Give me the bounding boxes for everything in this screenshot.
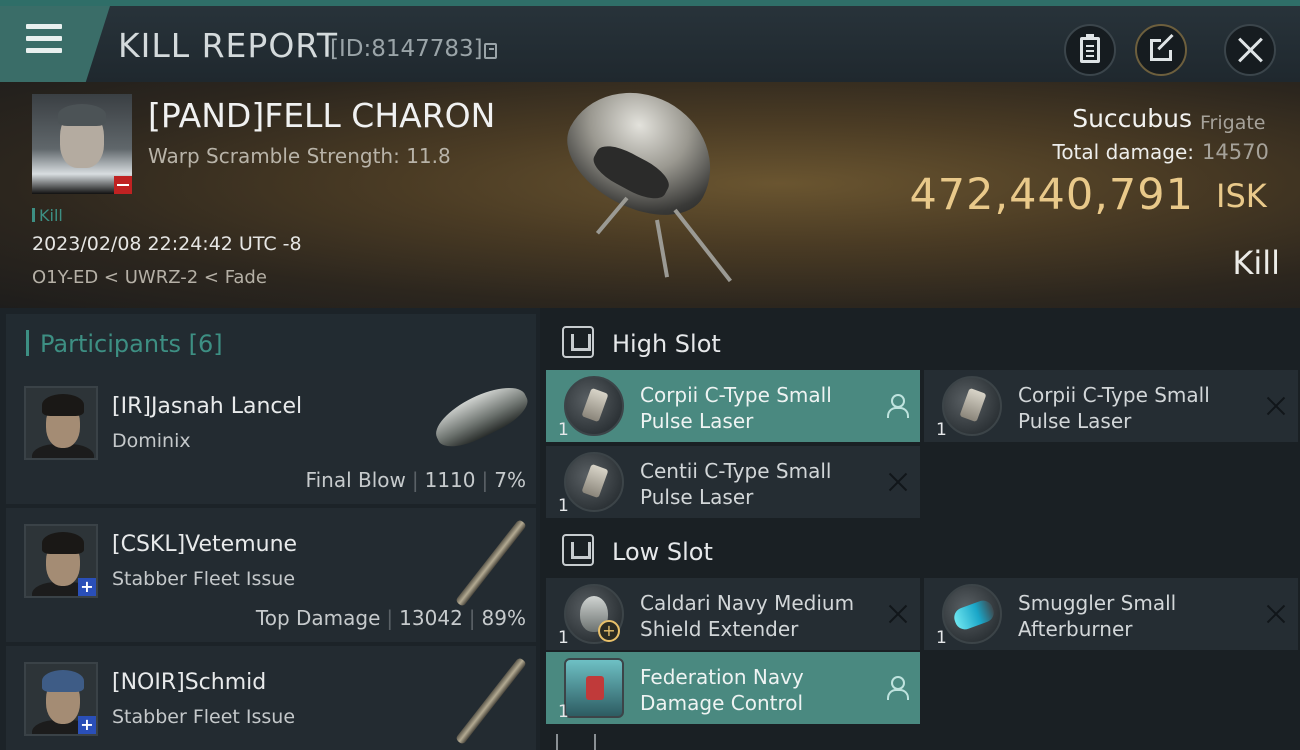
- participant-name: [IR]Jasnah Lancel: [112, 394, 303, 419]
- total-damage-value: 14570: [1202, 140, 1269, 164]
- isk-value: 472,440,791: [909, 170, 1194, 220]
- participants-header: Participants [6]: [6, 314, 536, 372]
- participant-row[interactable]: [IR]Jasnah Lancel Dominix Final Blow | 111…: [6, 370, 536, 504]
- close-icon: [1237, 37, 1263, 63]
- copy-icon[interactable]: [484, 43, 497, 59]
- low-slot-label: Low Slot: [612, 538, 713, 566]
- module-slot[interactable]: 1 Corpii C-Type Small Pulse Laser: [546, 370, 920, 442]
- participant-percent: 7%: [494, 468, 526, 492]
- participant-name: [NOIR]Schmid: [112, 670, 267, 695]
- dropped-person-icon: [886, 394, 909, 418]
- pulse-laser-icon: [942, 376, 1002, 436]
- module-slot[interactable]: + 1 Caldari Navy Medium Shield Extender: [546, 578, 920, 650]
- module-name: Corpii C-Type Small Pulse Laser: [1018, 383, 1210, 433]
- participant-percent: 89%: [481, 606, 526, 630]
- participant-row[interactable]: + [CSKL]Vetemune Stabber Fleet Issue Top…: [6, 508, 536, 642]
- participant-ship-image: [426, 656, 527, 746]
- high-slot-header: High Slot: [548, 314, 1298, 372]
- menu-icon: [26, 24, 62, 60]
- participant-damage: 1110: [424, 468, 476, 492]
- pulse-laser-icon: [564, 376, 624, 436]
- ship-class: Frigate: [1200, 112, 1266, 134]
- low-slot-icon: [562, 534, 594, 566]
- module-name: Centii C-Type Small Pulse Laser: [640, 459, 832, 509]
- plus-circle-icon: +: [598, 620, 620, 642]
- kill-tag: Kill: [32, 206, 63, 225]
- participant-ship-image: [426, 518, 527, 608]
- plus-icon: +: [78, 578, 96, 596]
- kill-location: O1Y-ED < UWRZ-2 < Fade: [32, 267, 267, 288]
- module-slot[interactable]: 1 Centii C-Type Small Pulse Laser: [546, 446, 920, 518]
- share-icon: [1150, 33, 1175, 61]
- participants-panel: Participants [6] [IR]Jasnah Lancel Domin…: [0, 308, 540, 750]
- module-name: Caldari Navy Medium Shield Extender: [640, 591, 855, 641]
- participant-ship-image: [426, 376, 534, 462]
- module-qty: 1: [936, 628, 947, 648]
- participant-damage: 13042: [399, 606, 463, 630]
- high-slot-label: High Slot: [612, 330, 721, 358]
- participant-ship: Dominix: [112, 430, 191, 452]
- mid-slot-icon: [556, 734, 596, 750]
- pulse-laser-icon: [564, 452, 624, 512]
- fitting-panel: High Slot 1 Corpii C-Type Small Pulse Las…: [540, 308, 1300, 750]
- module-name: Corpii C-Type Small Pulse Laser: [640, 383, 832, 433]
- dropped-person-icon: [886, 676, 909, 700]
- module-name: Federation Navy Damage Control: [640, 665, 804, 715]
- participant-stats: Top Damage | 13042 | 89%: [255, 606, 526, 630]
- close-button[interactable]: [1224, 24, 1276, 76]
- destroyed-x-icon: [888, 472, 908, 492]
- high-slot-icon: [562, 326, 594, 358]
- victim-name[interactable]: [PAND]FELL CHARON: [148, 96, 495, 135]
- kill-timestamp: 2023/02/08 22:24:42 UTC -8: [32, 233, 302, 255]
- module-qty: 1: [558, 496, 569, 516]
- module-name: Smuggler Small Afterburner: [1018, 591, 1177, 641]
- top-bar: KILL REPORT [ID:8147783]: [0, 0, 1300, 82]
- share-button[interactable]: [1135, 24, 1187, 76]
- module-slot[interactable]: 1 Smuggler Small Afterburner: [924, 578, 1298, 650]
- clipboard-icon: [1080, 34, 1100, 63]
- destroyed-x-icon: [1266, 604, 1286, 624]
- destroyed-x-icon: [888, 604, 908, 624]
- participant-role: Top Damage: [255, 606, 381, 630]
- warp-scramble-strength: Warp Scramble Strength: 11.8: [148, 144, 451, 168]
- menu-button[interactable]: [0, 6, 110, 82]
- module-qty: 1: [558, 420, 569, 440]
- participants-title: Participants [6]: [40, 330, 223, 358]
- module-qty: 1: [558, 628, 569, 648]
- ship-image[interactable]: [549, 67, 765, 292]
- module-qty: 1: [558, 702, 569, 722]
- participant-row[interactable]: + [NOIR]Schmid Stabber Fleet Issue: [6, 646, 536, 750]
- participant-name: [CSKL]Vetemune: [112, 532, 298, 557]
- participant-ship: Stabber Fleet Issue: [112, 568, 296, 590]
- module-qty: 1: [936, 420, 947, 440]
- ship-name[interactable]: Succubus: [1072, 104, 1192, 133]
- damage-control-icon: [564, 658, 624, 718]
- avatar[interactable]: [24, 386, 98, 460]
- participant-role: Final Blow: [305, 468, 406, 492]
- total-damage-label: Total damage:: [1052, 140, 1195, 164]
- kill-result: Kill: [1232, 244, 1280, 282]
- minus-icon: [114, 176, 132, 194]
- plus-icon: +: [78, 716, 96, 734]
- report-id: [ID:8147783]: [330, 36, 483, 62]
- participant-stats: Final Blow | 1110 | 7%: [305, 468, 526, 492]
- participant-ship: Stabber Fleet Issue: [112, 706, 296, 728]
- module-slot[interactable]: 1 Federation Navy Damage Control: [546, 652, 920, 724]
- afterburner-icon: [942, 584, 1002, 644]
- clipboard-button[interactable]: [1064, 24, 1116, 76]
- module-slot[interactable]: 1 Corpii C-Type Small Pulse Laser: [924, 370, 1298, 442]
- victim-banner: [PAND]FELL CHARON Warp Scramble Strength…: [0, 67, 1300, 308]
- destroyed-x-icon: [1266, 396, 1286, 416]
- isk-unit: ISK: [1216, 177, 1267, 215]
- low-slot-header: Low Slot: [548, 522, 1298, 580]
- page-title: KILL REPORT: [118, 26, 338, 65]
